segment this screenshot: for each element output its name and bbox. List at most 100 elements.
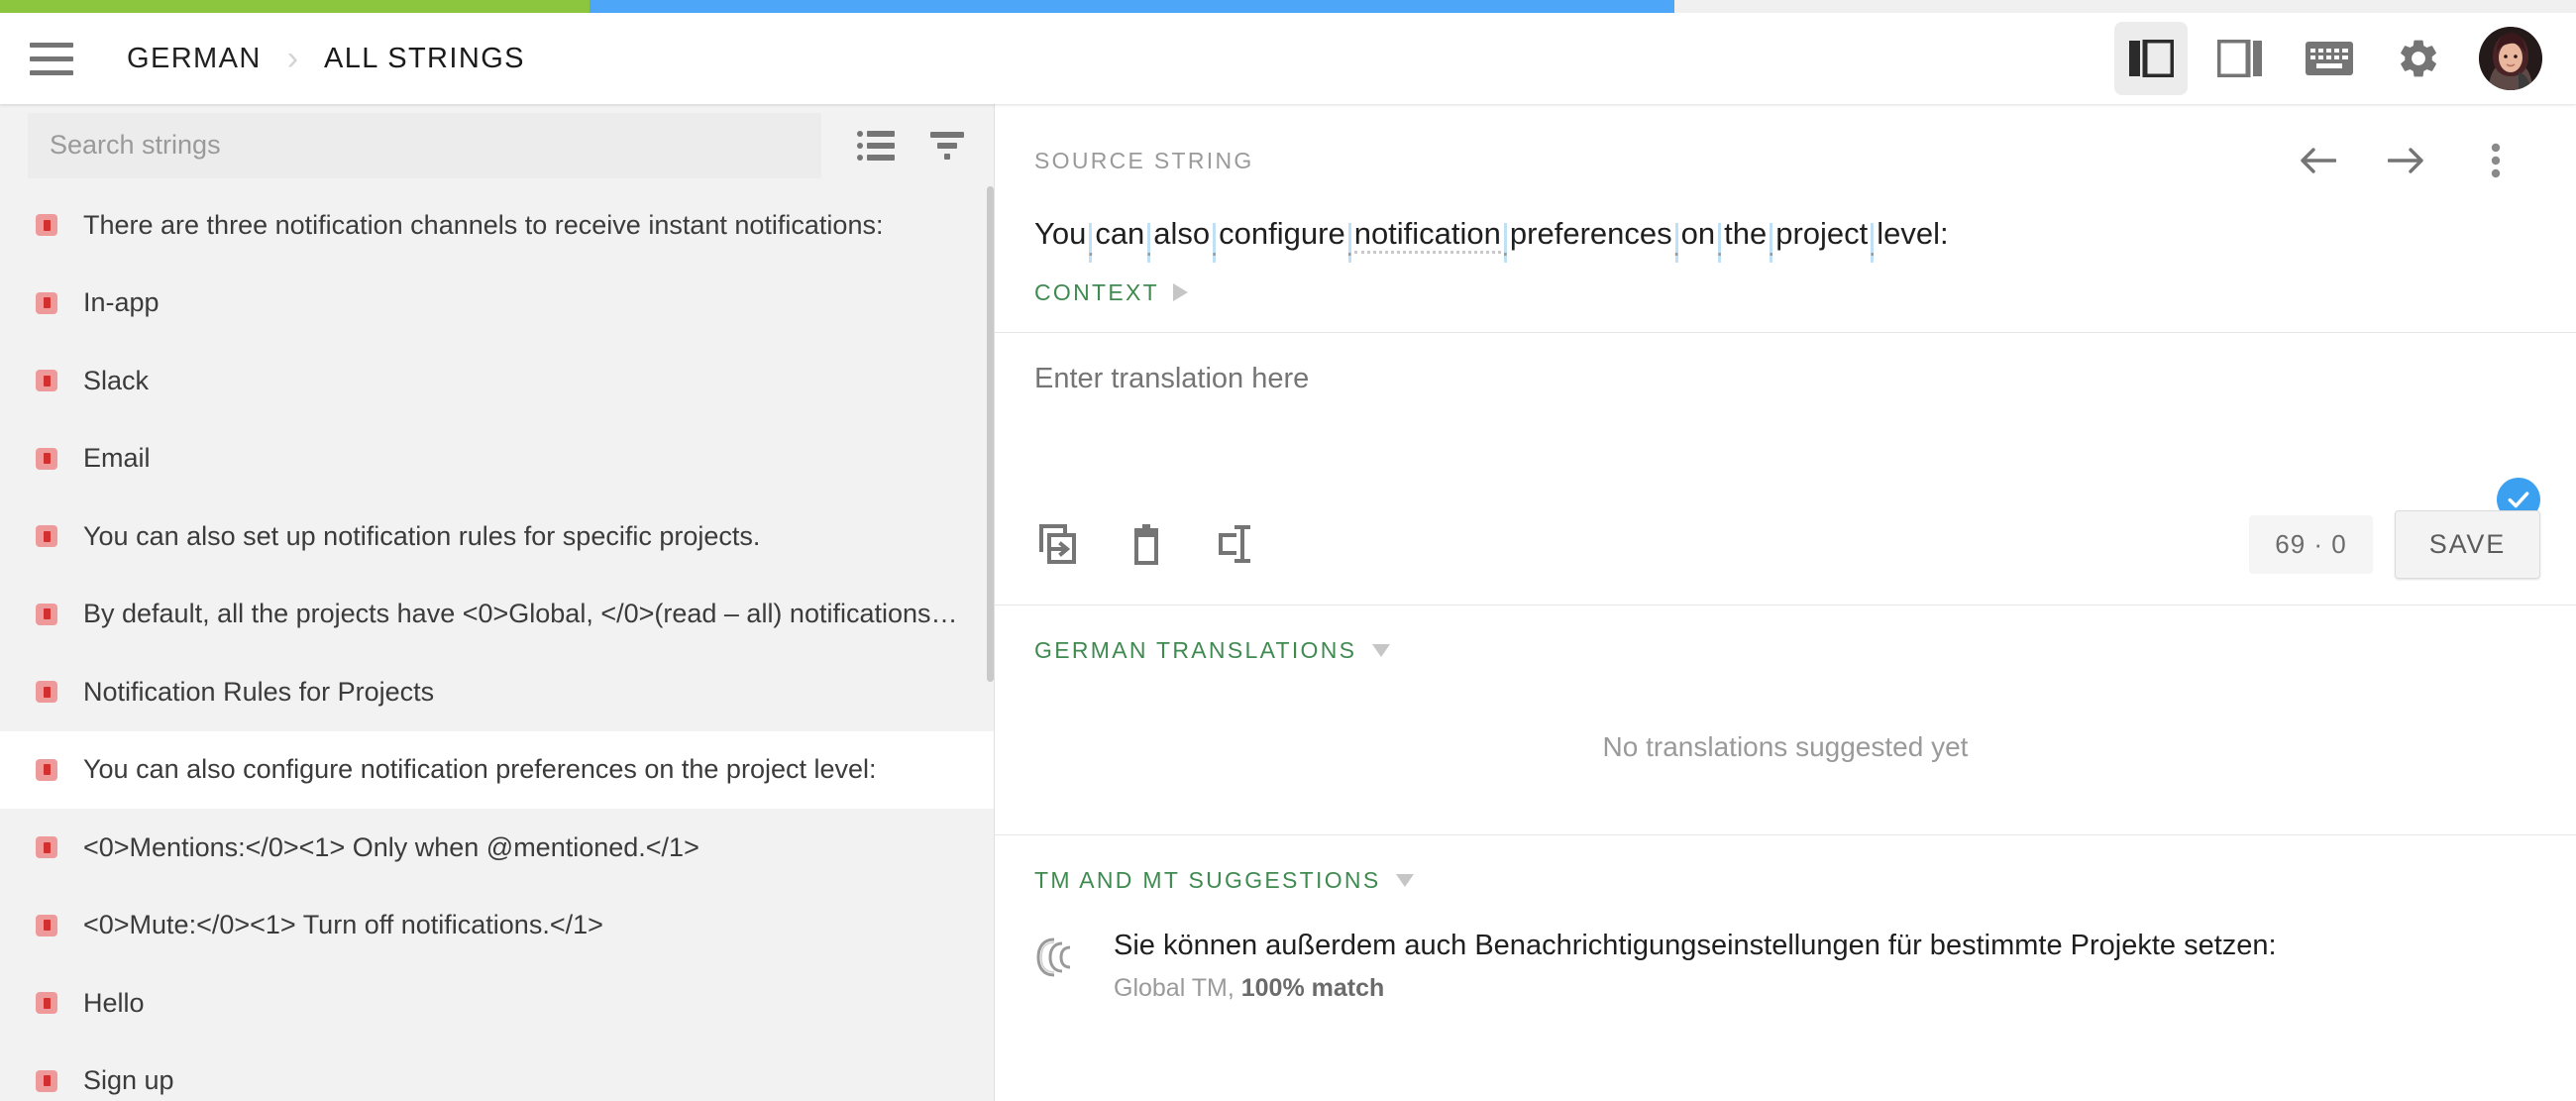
breadcrumb-language[interactable]: GERMAN (127, 43, 262, 75)
text-markup-icon (1215, 522, 1256, 566)
save-button[interactable]: SAVE (2395, 510, 2540, 579)
list-item[interactable]: By default, all the projects have <0>Glo… (0, 576, 994, 654)
list-item[interactable]: Hello (0, 964, 994, 1043)
status-untranslated-icon (36, 836, 57, 858)
tm-suggestion-meta: Global TM, 100% match (1114, 974, 2277, 1003)
layout-side-by-side-toggle[interactable] (2114, 22, 2188, 95)
status-untranslated-icon (36, 992, 57, 1014)
gear-icon (2396, 36, 2441, 81)
breadcrumb: GERMAN › ALL STRINGS (127, 42, 525, 75)
source-word: can (1095, 216, 1144, 251)
status-untranslated-icon (36, 448, 57, 470)
user-avatar[interactable] (2479, 27, 2542, 90)
status-untranslated-icon (36, 759, 57, 781)
list-item-label: Notification Rules for Projects (83, 677, 434, 708)
source-word: on (1681, 216, 1715, 251)
tm-suggestion-item[interactable]: Sie können außerdem auch Benachrichtigun… (1034, 930, 2536, 1023)
progress-segment-translated (0, 0, 590, 13)
status-untranslated-icon (36, 604, 57, 625)
status-untranslated-icon (36, 292, 57, 314)
hamburger-menu-icon[interactable] (30, 41, 77, 76)
source-word-misspelled: notification (1354, 216, 1501, 254)
tm-suggestions-label: TM AND MT SUGGESTIONS (1034, 867, 1380, 894)
triangle-down-icon (1396, 874, 1414, 887)
list-item[interactable]: Slack (0, 342, 994, 420)
view-mode-button[interactable] (857, 130, 895, 162)
sidebar-scrollbar[interactable] (987, 186, 994, 682)
context-toggle[interactable]: CONTEXT (1034, 279, 1188, 332)
settings-button[interactable] (2382, 22, 2455, 95)
list-item-label: Hello (83, 988, 145, 1019)
layout-left-panel-icon (2128, 40, 2174, 77)
list-item-selected[interactable]: You can also configure notification pref… (0, 731, 994, 810)
list-item[interactable]: Notification Rules for Projects (0, 653, 994, 731)
list-item[interactable]: <0>Mentions:</0><1> Only when @mentioned… (0, 809, 994, 887)
translation-progress-bar (0, 0, 2576, 13)
insert-special-character-button[interactable] (1213, 521, 1258, 567)
status-untranslated-icon (36, 915, 57, 936)
list-item[interactable]: Sign up (0, 1043, 994, 1101)
context-label: CONTEXT (1034, 279, 1159, 306)
breadcrumb-current[interactable]: ALL STRINGS (324, 43, 525, 75)
strings-sidebar: There are three notification channels to… (0, 104, 995, 1101)
previous-string-button[interactable] (2297, 140, 2338, 181)
layout-stacked-toggle[interactable] (2203, 22, 2277, 95)
clear-translation-button[interactable] (1124, 521, 1169, 567)
search-input[interactable] (28, 113, 821, 178)
more-options-button[interactable] (2475, 140, 2517, 181)
list-view-icon (857, 130, 895, 162)
list-item-label: By default, all the projects have <0>Glo… (83, 599, 958, 629)
list-item-label: Slack (83, 366, 149, 396)
sidebar-search-row (0, 104, 994, 186)
list-item-label: In-app (83, 287, 160, 318)
list-item-label: Sign up (83, 1065, 174, 1096)
source-string-section: SOURCE STRING (995, 104, 2576, 333)
list-item[interactable]: <0>Mute:</0><1> Turn off notifications.<… (0, 887, 994, 965)
german-translations-toggle[interactable]: GERMAN TRANSLATIONS (1034, 637, 1390, 664)
hamburger-bar (30, 56, 73, 61)
german-translations-label: GERMAN TRANSLATIONS (1034, 637, 1356, 664)
filter-button[interactable] (928, 130, 966, 162)
triangle-right-icon (1173, 283, 1188, 301)
tm-suggestions-section: TM AND MT SUGGESTIONS Sie können außerde… (995, 835, 2576, 1023)
check-circle-icon (2506, 487, 2531, 512)
german-translations-section: GERMAN TRANSLATIONS No translations sugg… (995, 606, 2576, 834)
status-untranslated-icon (36, 681, 57, 703)
layout-right-panel-icon (2217, 40, 2263, 77)
tm-source-name: Global TM, (1114, 974, 1241, 1002)
status-untranslated-icon (36, 525, 57, 547)
sidebar-toolbar (857, 130, 966, 162)
tm-suggestions-toggle[interactable]: TM AND MT SUGGESTIONS (1034, 867, 1414, 894)
copy-source-button[interactable] (1034, 521, 1080, 567)
status-untranslated-icon (36, 1070, 57, 1092)
source-word: project (1775, 216, 1868, 251)
strings-list[interactable]: There are three notification channels to… (0, 186, 994, 1101)
translation-input[interactable] (1034, 363, 2536, 395)
editor-tool-buttons (1034, 521, 1258, 567)
triangle-down-icon (1372, 644, 1390, 657)
progress-segment-in-progress (590, 0, 1674, 13)
list-item-label: <0>Mute:</0><1> Turn off notifications.<… (83, 910, 603, 940)
source-word: You (1034, 216, 1086, 251)
list-item-label: Email (83, 443, 151, 474)
list-item[interactable]: Email (0, 420, 994, 498)
tm-source-logo (1034, 934, 1080, 981)
tm-suggestion-body: Sie können außerdem auch Benachrichtigun… (1114, 930, 2277, 1003)
list-item[interactable]: You can also set up notification rules f… (0, 497, 994, 576)
status-untranslated-icon (36, 370, 57, 391)
tm-match-percent: 100% match (1241, 974, 1385, 1002)
source-string-text: Youcanalsoconfigurenotificationpreferenc… (1034, 215, 2517, 254)
list-item-label: <0>Mentions:</0><1> Only when @mentioned… (83, 832, 699, 863)
arrow-right-icon (2388, 146, 2425, 175)
list-item-label: There are three notification channels to… (83, 210, 883, 241)
editor-toolbar: 69 · 0 SAVE (1034, 510, 2540, 579)
list-item[interactable]: There are three notification channels to… (0, 186, 994, 265)
next-string-button[interactable] (2386, 140, 2427, 181)
chevron-right-icon: › (287, 42, 298, 75)
keyboard-shortcuts-button[interactable] (2293, 22, 2366, 95)
list-item[interactable]: In-app (0, 265, 994, 343)
editor-right-actions: 69 · 0 SAVE (2249, 510, 2540, 579)
copy-source-icon (1035, 522, 1079, 566)
status-untranslated-icon (36, 214, 57, 236)
source-word: level: (1877, 216, 1948, 251)
